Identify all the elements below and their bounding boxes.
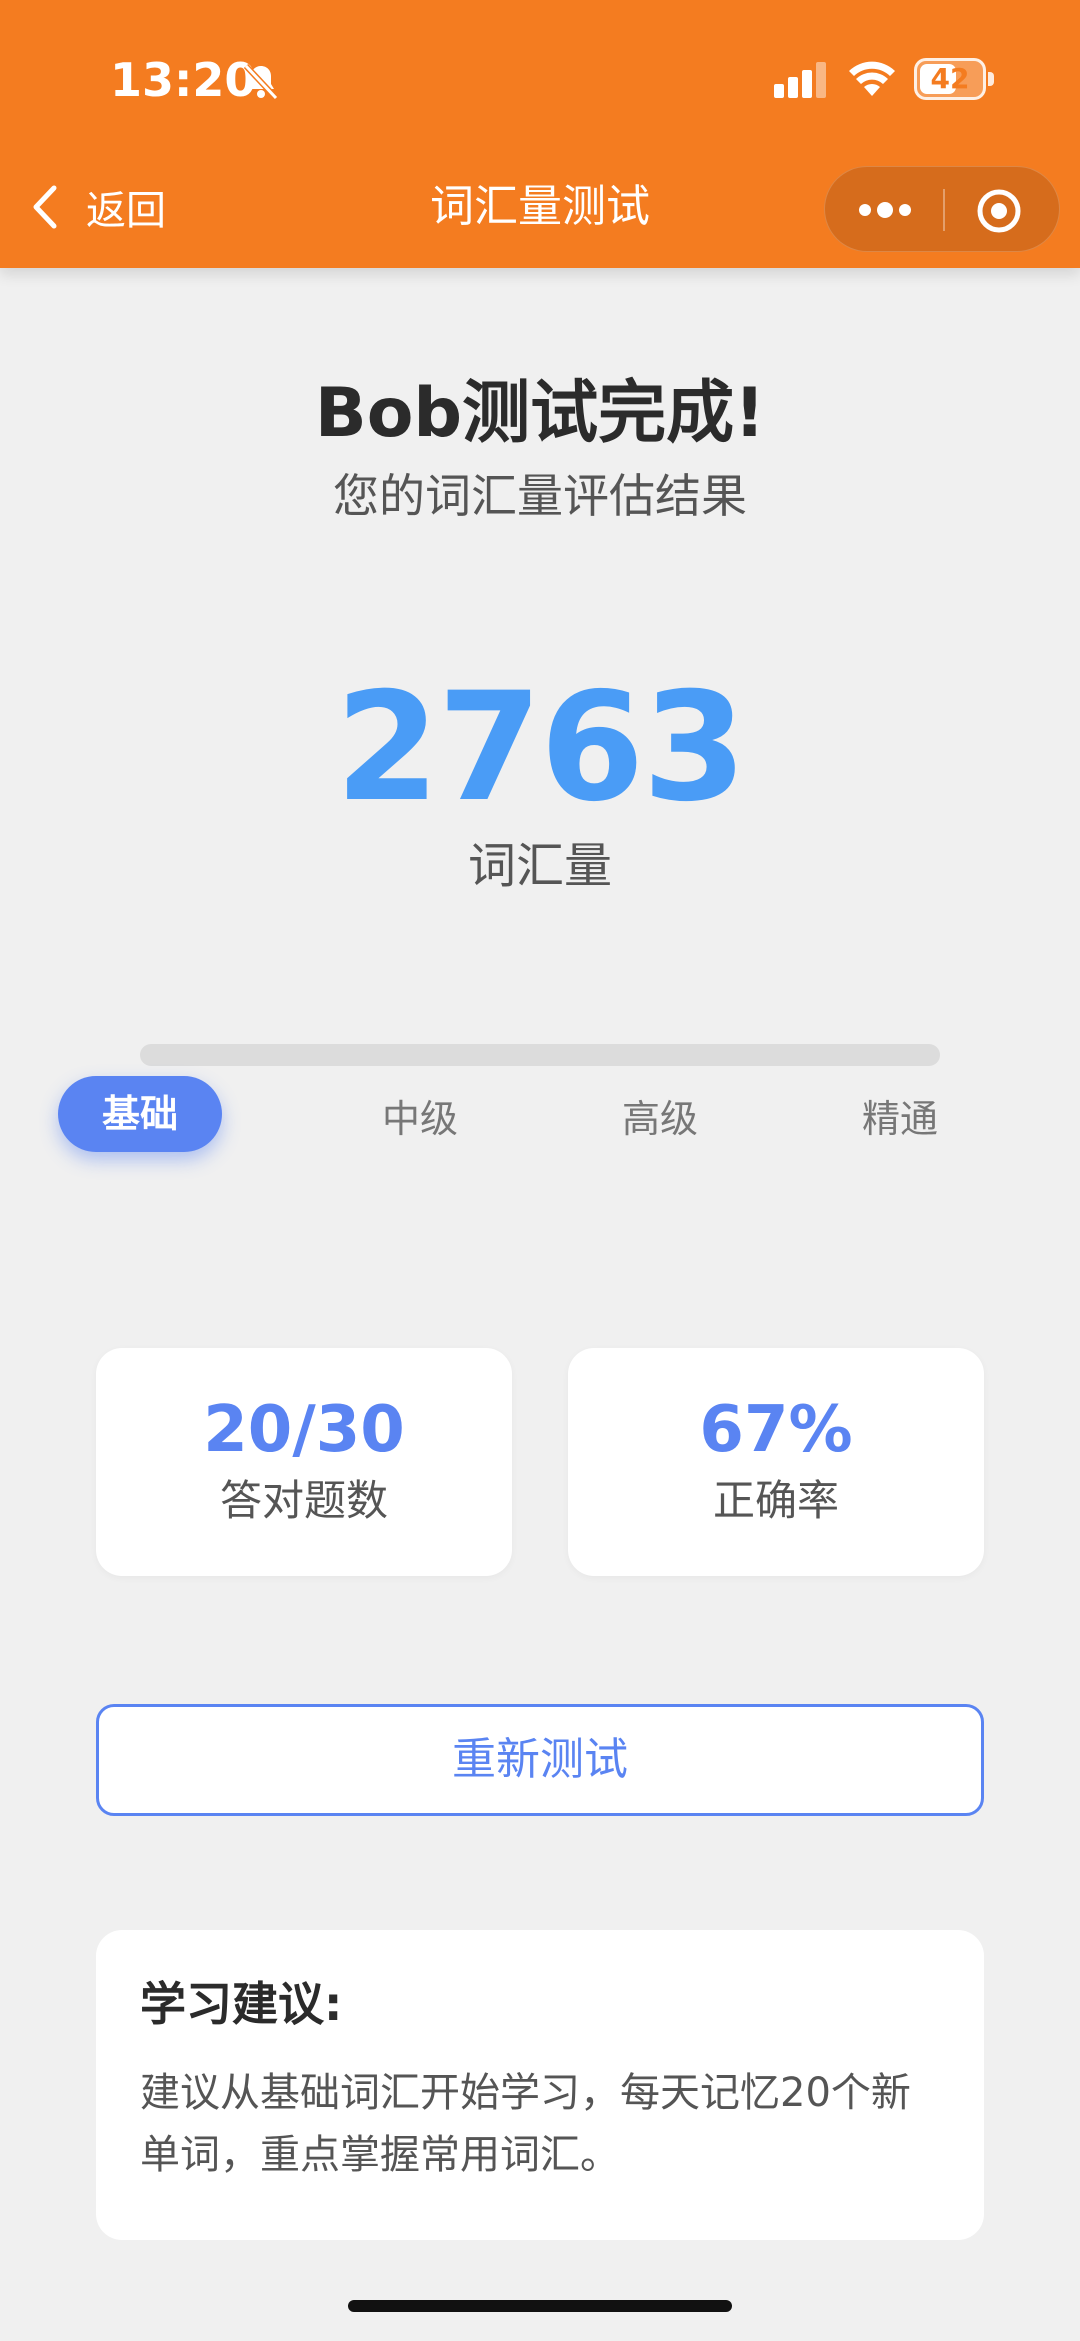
mini-program-capsule — [824, 166, 1060, 252]
more-icon[interactable] — [855, 195, 915, 225]
stat-correct-value: 20/30 — [203, 1393, 405, 1467]
chevron-left-icon — [33, 185, 57, 229]
close-target-icon[interactable] — [975, 187, 1023, 235]
vocab-result-page: 13:20 42 返回 词汇量测试 Bob测试完成! 您的词汇量评估结果 276… — [0, 0, 1080, 2341]
stat-card-accuracy: 67% 正确率 — [568, 1348, 984, 1576]
advice-title: 学习建议: — [140, 1977, 343, 2031]
capsule-divider — [943, 189, 945, 231]
wifi-icon — [849, 61, 895, 96]
result-title: Bob测试完成! — [314, 374, 766, 453]
level-proficient[interactable]: 精通 — [830, 1092, 970, 1146]
status-time: 13:20 — [110, 53, 257, 107]
advice-text: 建议从基础词汇开始学习，每天记忆20个新单词，重点掌握常用词汇。 — [140, 2070, 911, 2178]
battery-icon: 42 — [914, 58, 986, 100]
stat-card-correct: 20/30 答对题数 — [96, 1348, 512, 1576]
vocab-count: 2763 — [335, 661, 746, 835]
page-title: 词汇量测试 — [430, 181, 650, 232]
level-advanced[interactable]: 高级 — [590, 1092, 730, 1146]
signal-icon — [774, 62, 826, 98]
stat-accuracy-label: 正确率 — [712, 1476, 839, 1525]
result-subtitle: 您的词汇量评估结果 — [333, 469, 747, 523]
back-button[interactable]: 返回 — [30, 176, 166, 238]
vocab-label: 词汇量 — [467, 838, 612, 894]
advice-card: 学习建议: 建议从基础词汇开始学习，每天记忆20个新单词，重点掌握常用词汇。 — [96, 1930, 984, 2240]
level-badge-active[interactable]: 基础 — [58, 1076, 222, 1152]
battery-level: 42 — [930, 62, 970, 95]
bell-muted-icon — [243, 63, 279, 101]
home-indicator[interactable] — [348, 2300, 732, 2312]
level-progress-track — [140, 1044, 940, 1066]
top-bar: 13:20 42 返回 词汇量测试 — [0, 0, 1080, 268]
stat-correct-label: 答对题数 — [219, 1476, 388, 1525]
level-intermediate[interactable]: 中级 — [350, 1092, 490, 1146]
stat-accuracy-value: 67% — [699, 1393, 853, 1467]
back-label: 返回 — [86, 188, 166, 234]
retest-button[interactable]: 重新测试 — [96, 1704, 984, 1816]
battery-cap — [988, 72, 994, 86]
